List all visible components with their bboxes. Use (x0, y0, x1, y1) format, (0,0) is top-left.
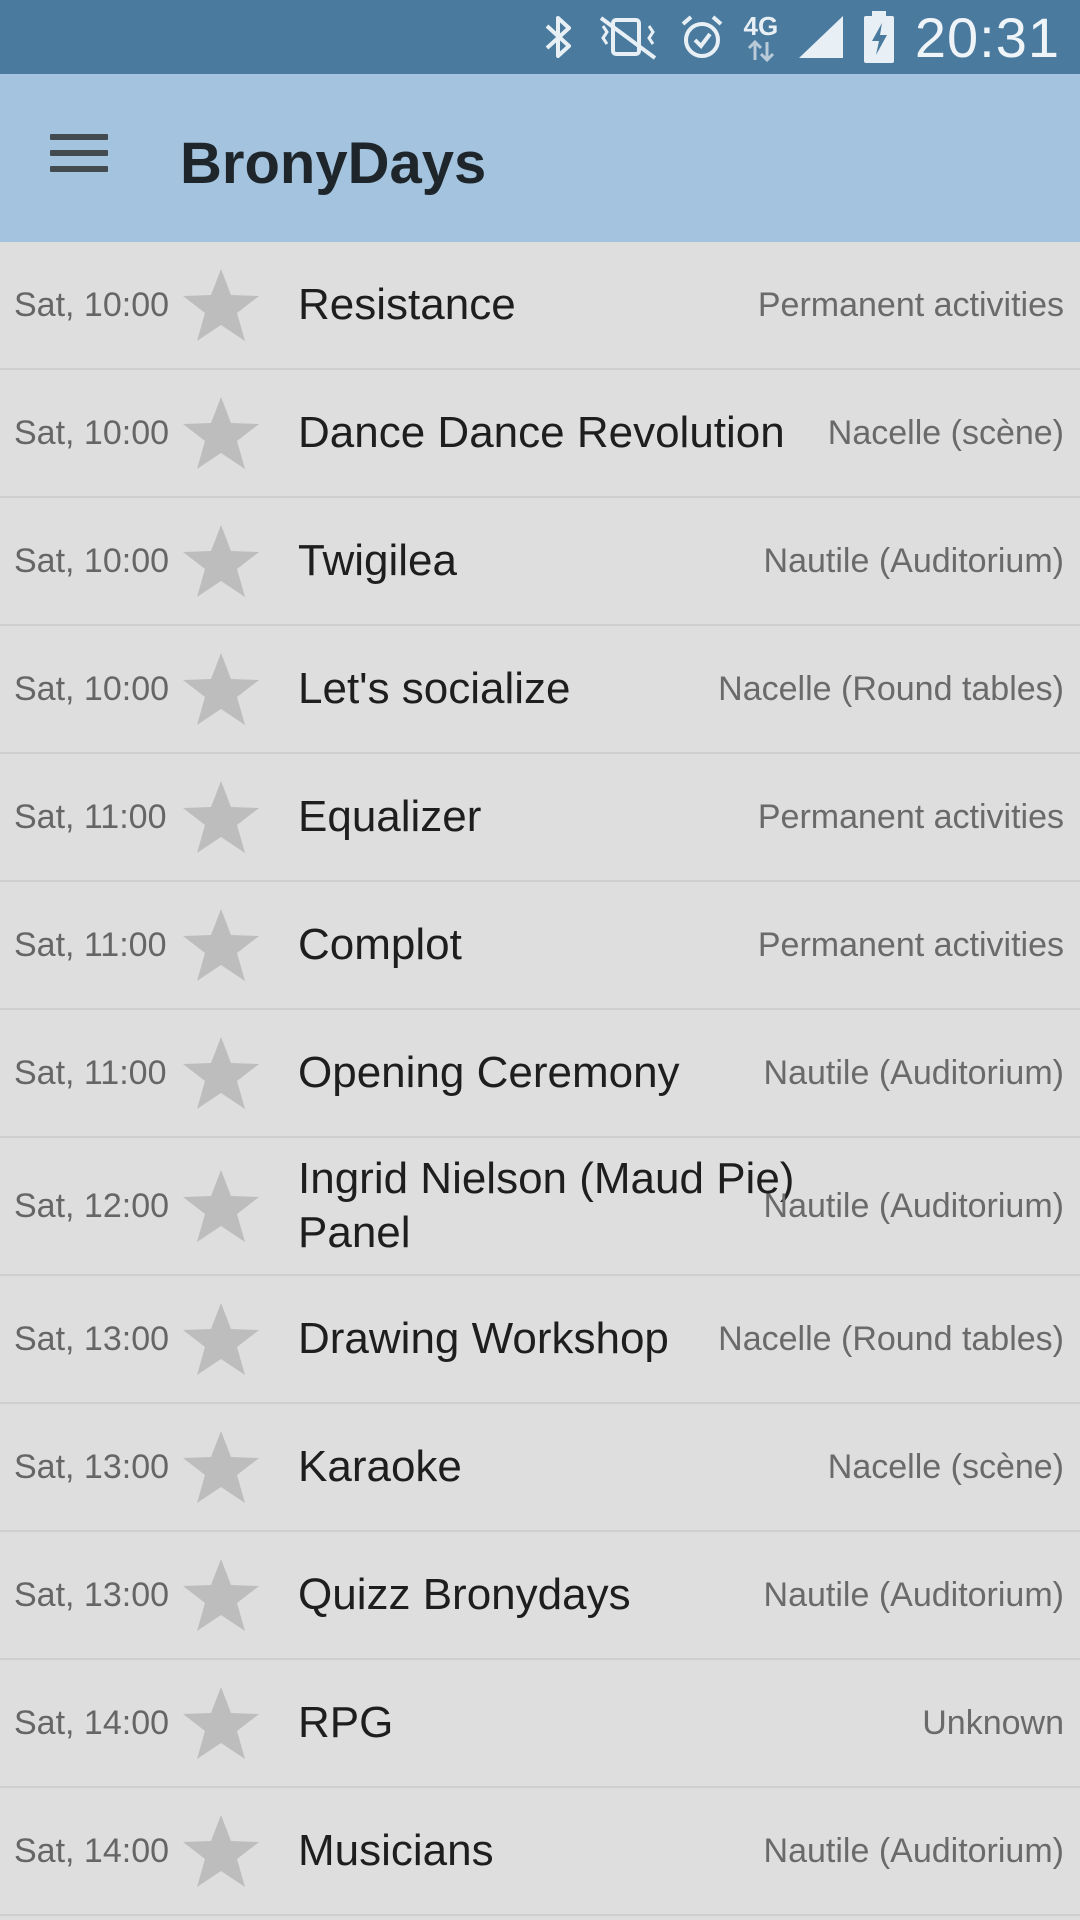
event-row[interactable]: Sat, 11:00 Equalizer Permanent activities (0, 754, 1080, 882)
event-title: Twigilea (298, 536, 457, 585)
event-time: Sat, 14:00 (14, 1703, 170, 1742)
vibrate-mute-icon (593, 12, 663, 62)
event-row[interactable]: Sat, 11:00 Complot Permanent activities (0, 882, 1080, 1010)
favorite-star-icon[interactable] (180, 1555, 262, 1635)
event-row[interactable]: Sat, 10:00 Twigilea Nautile (Auditorium) (0, 498, 1080, 626)
favorite-star-icon[interactable] (180, 905, 262, 985)
schedule-list[interactable]: Sat, 10:00 Resistance Permanent activities… (0, 242, 1080, 1920)
event-venue: Unknown (922, 1704, 1064, 1742)
event-venue: Nautile (Auditorium) (763, 1576, 1064, 1614)
event-venue: Permanent activities (757, 798, 1064, 836)
favorite-star-icon[interactable] (180, 1811, 262, 1891)
event-row[interactable]: Sat, 10:00 Let's socialize Nacelle (Round … (0, 626, 1080, 754)
event-row[interactable]: Sat, 10:00 Resistance Permanent activities (0, 242, 1080, 370)
event-title: RPG (298, 1698, 394, 1747)
event-title: Equalizer (298, 792, 482, 841)
event-venue: Nautile (Auditorium) (763, 1054, 1064, 1092)
event-time: Sat, 13:00 (14, 1447, 170, 1486)
event-venue: Nacelle (scène) (827, 414, 1064, 452)
event-row[interactable]: Sat, 12:00 Ingrid Nielson (Maud Pie) Pane… (0, 1138, 1080, 1276)
event-venue: Permanent activities (757, 926, 1064, 964)
event-row[interactable]: Sat, 11:00 Opening Ceremony Nautile (Audit… (0, 1010, 1080, 1138)
event-title: Complot (298, 920, 462, 969)
event-row[interactable]: Sat, 13:00 Karaoke Nacelle (scène) (0, 1404, 1080, 1532)
status-time: 20:31 (914, 5, 1060, 69)
event-venue: Nautile (Auditorium) (763, 1187, 1064, 1225)
event-venue: Nacelle (Round tables) (718, 1320, 1064, 1358)
event-row[interactable]: Sat, 10:00 Dance Dance Revolution Nacelle … (0, 370, 1080, 498)
event-time: Sat, 10:00 (14, 285, 170, 324)
event-time: Sat, 10:00 (14, 541, 170, 580)
event-time: Sat, 10:00 (14, 669, 170, 708)
hamburger-menu-icon[interactable] (44, 128, 124, 188)
favorite-star-icon[interactable] (180, 649, 262, 729)
event-time: Sat, 13:00 (14, 1319, 170, 1358)
app-bar: BronyDays (0, 74, 1080, 242)
event-time: Sat, 13:00 (14, 1575, 170, 1614)
favorite-star-icon[interactable] (180, 777, 262, 857)
battery-charging-icon (861, 9, 897, 65)
event-row[interactable]: Sat, 14:00 Musicians Nautile (Auditorium) (0, 1788, 1080, 1916)
event-title: Ingrid Nielson (Maud Pie) Panel (298, 1154, 795, 1257)
network-4g-icon: 4G (741, 12, 781, 62)
alarm-icon (677, 12, 727, 62)
event-time: Sat, 10:00 (14, 413, 170, 452)
event-row[interactable]: Sat, 13:00 Drawing Workshop Nacelle (Round… (0, 1276, 1080, 1404)
event-title: Dance Dance Revolution (298, 408, 785, 457)
event-time: Sat, 11:00 (14, 925, 167, 964)
event-title: Quizz Bronydays (298, 1570, 631, 1619)
status-bar: 4G 20:31 (0, 0, 1080, 74)
event-title: Musicians (298, 1826, 494, 1875)
event-venue: Nacelle (scène) (827, 1448, 1064, 1486)
status-icons: 4G 20:31 (539, 0, 1060, 74)
event-venue: Nautile (Auditorium) (763, 542, 1064, 580)
event-venue: Permanent activities (757, 286, 1064, 324)
favorite-star-icon[interactable] (180, 1683, 262, 1763)
favorite-star-icon[interactable] (180, 1033, 262, 1113)
event-row[interactable]: Sat, 14:00 RPG Unknown (0, 1660, 1080, 1788)
event-title: Resistance (298, 280, 516, 329)
event-time: Sat, 11:00 (14, 797, 167, 836)
event-title: Opening Ceremony (298, 1048, 680, 1097)
bluetooth-icon (539, 12, 579, 62)
signal-icon (795, 12, 847, 62)
favorite-star-icon[interactable] (180, 393, 262, 473)
favorite-star-icon[interactable] (180, 265, 262, 345)
app-title: BronyDays (180, 131, 487, 196)
event-row[interactable]: Sat, 13:00 Quizz Bronydays Nautile (Audito… (0, 1532, 1080, 1660)
event-time: Sat, 11:00 (14, 1053, 167, 1092)
favorite-star-icon[interactable] (180, 521, 262, 601)
event-title: Karaoke (298, 1442, 462, 1491)
favorite-star-icon[interactable] (180, 1427, 262, 1507)
event-venue: Nacelle (Round tables) (718, 670, 1064, 708)
event-time: Sat, 12:00 (14, 1186, 170, 1225)
favorite-star-icon[interactable] (180, 1299, 262, 1379)
event-venue: Nautile (Auditorium) (763, 1832, 1064, 1870)
event-time: Sat, 14:00 (14, 1831, 170, 1870)
favorite-star-icon[interactable] (180, 1166, 262, 1246)
